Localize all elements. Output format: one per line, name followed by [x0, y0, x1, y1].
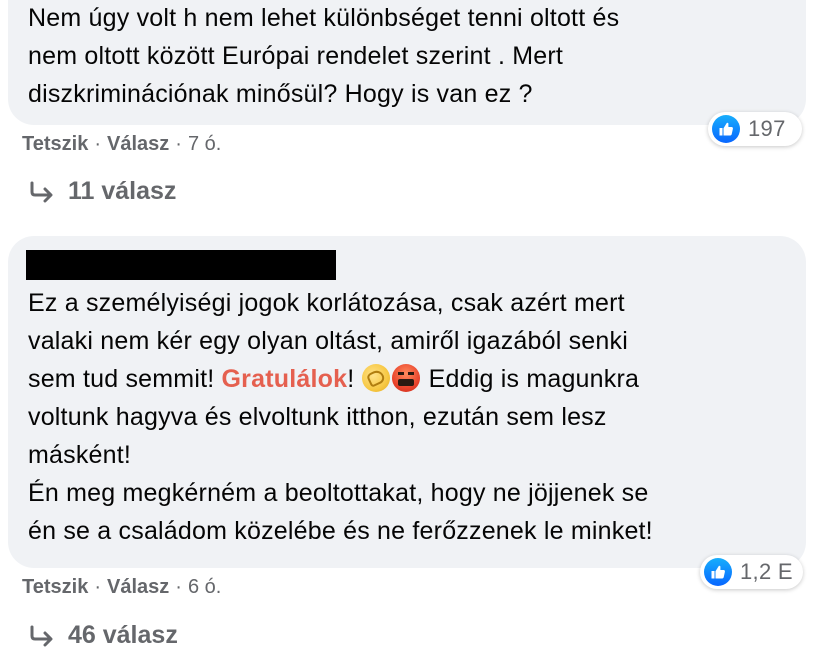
reaction-summary-2[interactable]: 1,2 E — [700, 555, 803, 589]
separator: · — [94, 576, 101, 598]
comment-line: voltunk hagyva és elvoltunk itthon, ezut… — [28, 403, 607, 431]
comment-line: nem oltott között Európai rendelet szeri… — [28, 42, 564, 70]
comment-text-segment: sem tud semmit! — [28, 365, 222, 393]
replies-count-label: 46 válasz — [68, 621, 178, 649]
thumbs-up-icon — [712, 115, 740, 143]
reaction-summary-1[interactable]: 197 — [708, 112, 802, 146]
separator: · — [94, 133, 101, 155]
comment-bubble-2: Ez a személyiségi jogok korlátozása, csa… — [8, 236, 806, 568]
comment-line: diszkriminációnak minősül? Hogy is van e… — [28, 80, 533, 108]
like-count: 1,2 E — [740, 559, 793, 584]
timestamp[interactable]: 6 ó. — [188, 576, 221, 599]
like-count: 197 — [748, 116, 786, 141]
clapping-hands-emoji — [362, 364, 391, 392]
redacted-author-name — [26, 250, 336, 280]
view-replies-button-1[interactable]: 11 válasz — [28, 177, 176, 206]
comment-line: én se a családom közelébe és ne ferőzzen… — [28, 517, 653, 545]
timestamp[interactable]: 7 ó. — [188, 133, 221, 156]
reply-arrow-icon — [30, 625, 53, 646]
separator: · — [175, 576, 182, 598]
comment-line: Én meg megkérném a beoltottakat, hogy ne… — [28, 479, 649, 507]
comment-text-segment: ! — [347, 365, 362, 393]
comment-text-2: Ez a személyiségi jogok korlátozása, csa… — [28, 284, 788, 550]
view-replies-button-2[interactable]: 46 válasz — [28, 621, 178, 650]
like-button[interactable]: Tetszik — [22, 133, 88, 156]
comment-line: másként! — [28, 441, 132, 469]
highlighted-word: Gratulálok — [221, 365, 348, 393]
comment-actions-1: Tetszik · Válasz · 7 ó. — [22, 133, 221, 156]
comment-line: valaki nem kér egy olyan oltást, amiről … — [28, 327, 628, 355]
comment-text-1: Nem úgy volt h nem lehet különbséget ten… — [28, 0, 788, 113]
like-button[interactable]: Tetszik — [22, 576, 88, 599]
reply-button[interactable]: Válasz — [107, 576, 169, 599]
thumbs-up-icon — [704, 558, 732, 586]
replies-count-label: 11 válasz — [68, 177, 177, 205]
angry-face-emoji — [392, 364, 421, 392]
reply-arrow-icon — [30, 181, 53, 202]
comment-text-segment: Eddig is magunkra — [421, 365, 640, 393]
comment-bubble-1: Nem úgy volt h nem lehet különbséget ten… — [8, 0, 806, 125]
comment-line: Ez a személyiségi jogok korlátozása, csa… — [28, 289, 625, 317]
reply-button[interactable]: Válasz — [107, 133, 169, 156]
comment-line: Nem úgy volt h nem lehet különbséget ten… — [28, 4, 620, 32]
comment-line: sem tud semmit! Gratulálok! Eddig is mag… — [28, 360, 788, 398]
comment-actions-2: Tetszik · Válasz · 6 ó. — [22, 576, 221, 599]
separator: · — [175, 133, 182, 155]
